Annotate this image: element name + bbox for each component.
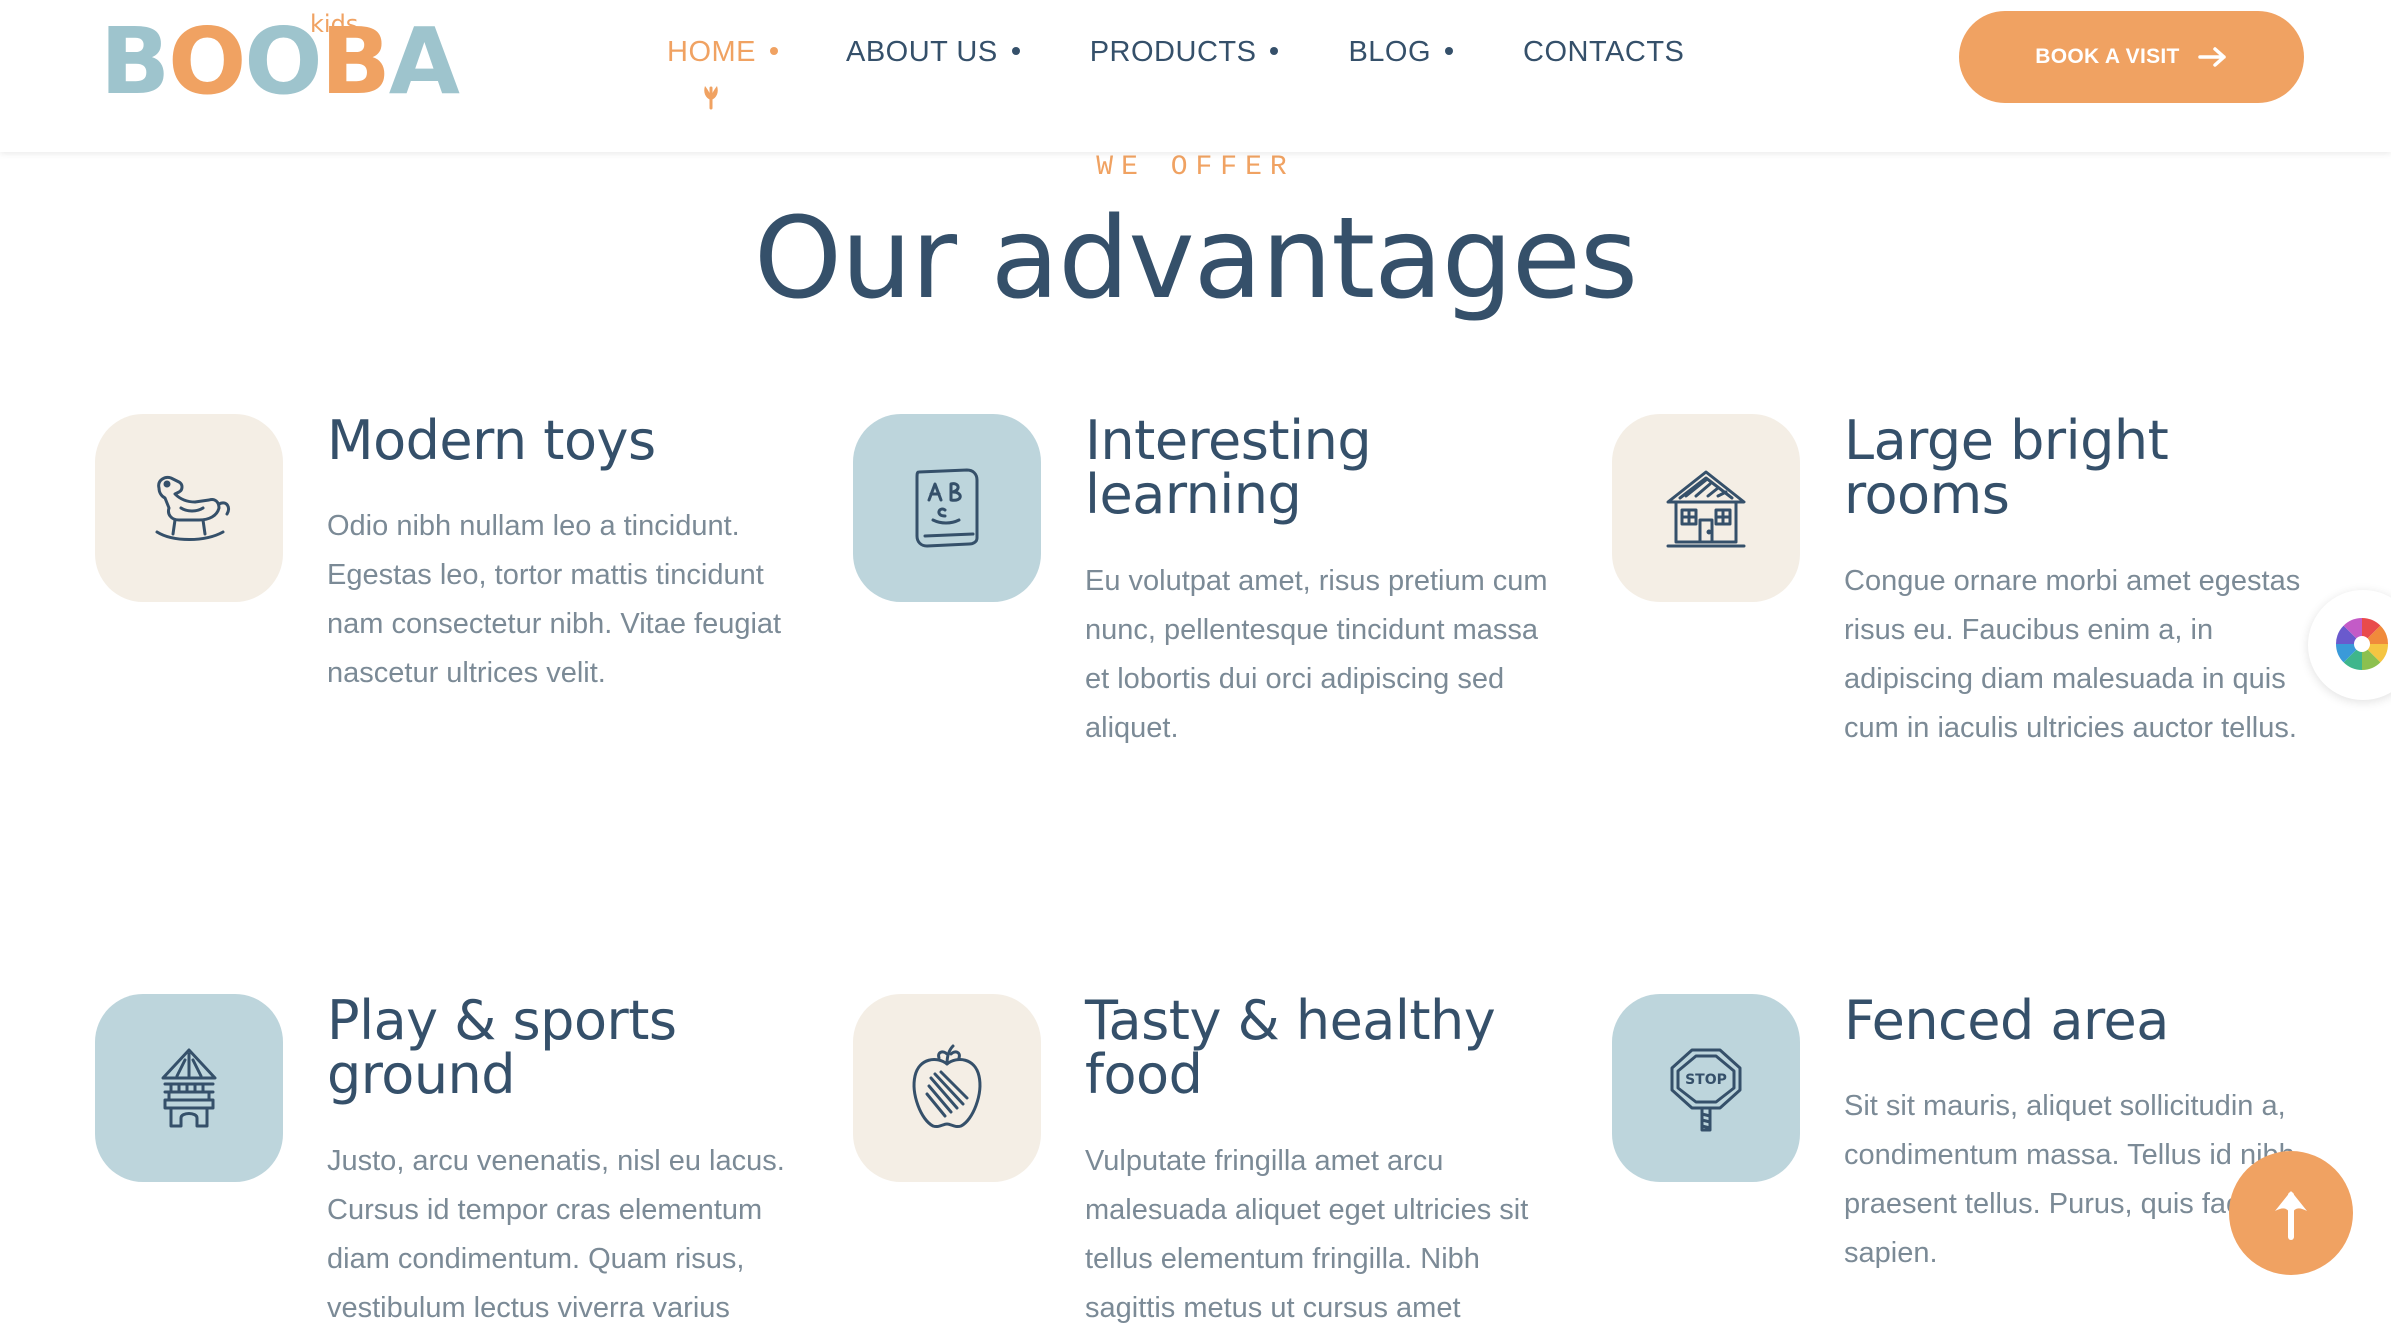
scroll-to-top-button[interactable] <box>2229 1151 2353 1275</box>
color-wheel-icon <box>2336 618 2388 670</box>
logo-subtitle: kids <box>310 10 359 38</box>
card-title: Modern toys <box>327 409 656 472</box>
rocking-horse-icon <box>155 476 231 541</box>
icon-tile <box>95 414 283 602</box>
nav-item-products[interactable]: PRODUCTS <box>1090 36 1279 76</box>
house-icon <box>1666 470 1746 548</box>
card-text: Congue ornare morbi amet egestas risus e… <box>1844 565 2301 744</box>
icon-tile <box>1612 414 1800 602</box>
main-nav: HOME ABOUT US PRODUCTS BLOG CONTACTS <box>667 36 1684 110</box>
card-title: Play & sports ground <box>327 989 677 1106</box>
nav-dot <box>1270 47 1279 55</box>
book-a-visit-label: BOOK A VISIT <box>2035 45 2180 68</box>
nav-item-home[interactable]: HOME <box>667 36 778 110</box>
card-text: Eu volutpat amet, risus pretium cum nunc… <box>1085 565 1548 744</box>
nav-label: PRODUCTS <box>1089 36 1257 68</box>
apple-icon <box>912 1044 982 1129</box>
section-title: Our advantages <box>753 194 1638 324</box>
card-title: Tasty & healthy food <box>1085 989 1496 1106</box>
nav-label: CONTACTS <box>1523 36 1685 68</box>
nav-dot <box>1011 47 1020 55</box>
card-text: Odio nibh nullam leo a tincidunt. Egesta… <box>327 510 782 689</box>
icon-tile <box>95 994 283 1182</box>
stop-sign-icon: STOP <box>1670 1048 1742 1132</box>
card-title: Interesting learning <box>1085 409 1372 526</box>
arrow-up-icon <box>2275 1191 2307 1240</box>
svg-text:STOP: STOP <box>1685 1072 1727 1088</box>
section-eyebrow: WE OFFER <box>1096 152 1295 183</box>
card-title: Fenced area <box>1844 989 2169 1052</box>
icon-tile: STOP <box>1612 994 1800 1182</box>
abc-book-icon <box>915 468 979 548</box>
icon-tile <box>853 414 1041 602</box>
nav-item-contacts[interactable]: CONTACTS <box>1523 36 1684 76</box>
card-text: Justo, arcu venenatis, nisl eu lacus. Cu… <box>327 1145 785 1324</box>
site-header: BOOBA kids HOME ABOUT US PRODUCTS BLOG C… <box>0 0 2391 152</box>
card-text: Vulputate fringilla amet arcu malesuada … <box>1085 1145 1529 1324</box>
nav-label: ABOUT US <box>846 36 998 68</box>
logo-wordmark: BOOBA <box>100 8 460 115</box>
nav-label: BLOG <box>1348 36 1432 68</box>
playground-tower-icon <box>161 1048 217 1128</box>
card-title: Large bright rooms <box>1844 409 2169 526</box>
nav-item-about-us[interactable]: ABOUT US <box>846 36 1020 76</box>
book-a-visit-button[interactable]: BOOK A VISIT <box>1959 11 2304 103</box>
leaf-icon <box>704 86 718 110</box>
icon-tile <box>853 994 1041 1182</box>
arrow-right-icon <box>2197 47 2226 67</box>
nav-dot <box>1445 47 1454 55</box>
nav-label: HOME <box>667 36 756 68</box>
nav-item-blog[interactable]: BLOG <box>1348 36 1454 76</box>
logo[interactable]: BOOBA kids <box>100 8 460 114</box>
nav-dot <box>770 47 778 55</box>
